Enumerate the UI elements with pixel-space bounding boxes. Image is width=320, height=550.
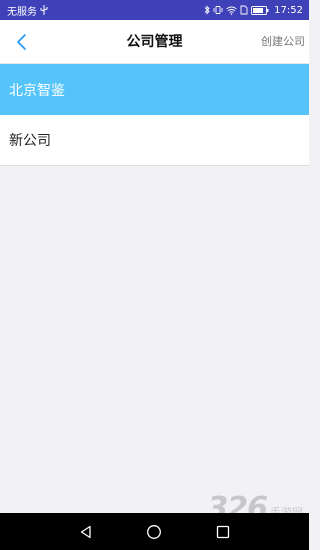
system-nav-bar xyxy=(0,513,309,550)
carrier-text: 无服务 xyxy=(7,6,37,18)
recents-square-icon xyxy=(216,525,230,539)
company-item[interactable]: 新公司 xyxy=(0,115,309,166)
bluetooth-icon xyxy=(204,5,210,15)
chevron-left-icon xyxy=(16,33,28,51)
create-company-button[interactable]: 创建公司 xyxy=(261,20,305,64)
status-left: 无服务 xyxy=(7,3,48,18)
status-bar: 无服务 17:52 xyxy=(0,0,309,20)
wifi-icon xyxy=(226,6,237,15)
nav-back-button[interactable] xyxy=(66,513,106,550)
back-button[interactable] xyxy=(10,30,34,54)
vibrate-icon xyxy=(213,5,223,15)
sim-icon xyxy=(240,5,248,15)
nav-recents-button[interactable] xyxy=(203,513,243,550)
company-item-selected[interactable]: 北京智鉴 xyxy=(0,64,309,115)
back-triangle-icon xyxy=(79,525,93,539)
clock: 17:52 xyxy=(274,4,303,16)
nav-home-button[interactable] xyxy=(134,513,174,550)
app-header: 公司管理 创建公司 xyxy=(0,20,309,64)
home-circle-icon xyxy=(146,524,162,540)
company-list: 北京智鉴 新公司 xyxy=(0,64,309,166)
battery-icon xyxy=(251,5,269,15)
status-right: 17:52 xyxy=(204,5,303,16)
usb-icon xyxy=(40,5,48,15)
